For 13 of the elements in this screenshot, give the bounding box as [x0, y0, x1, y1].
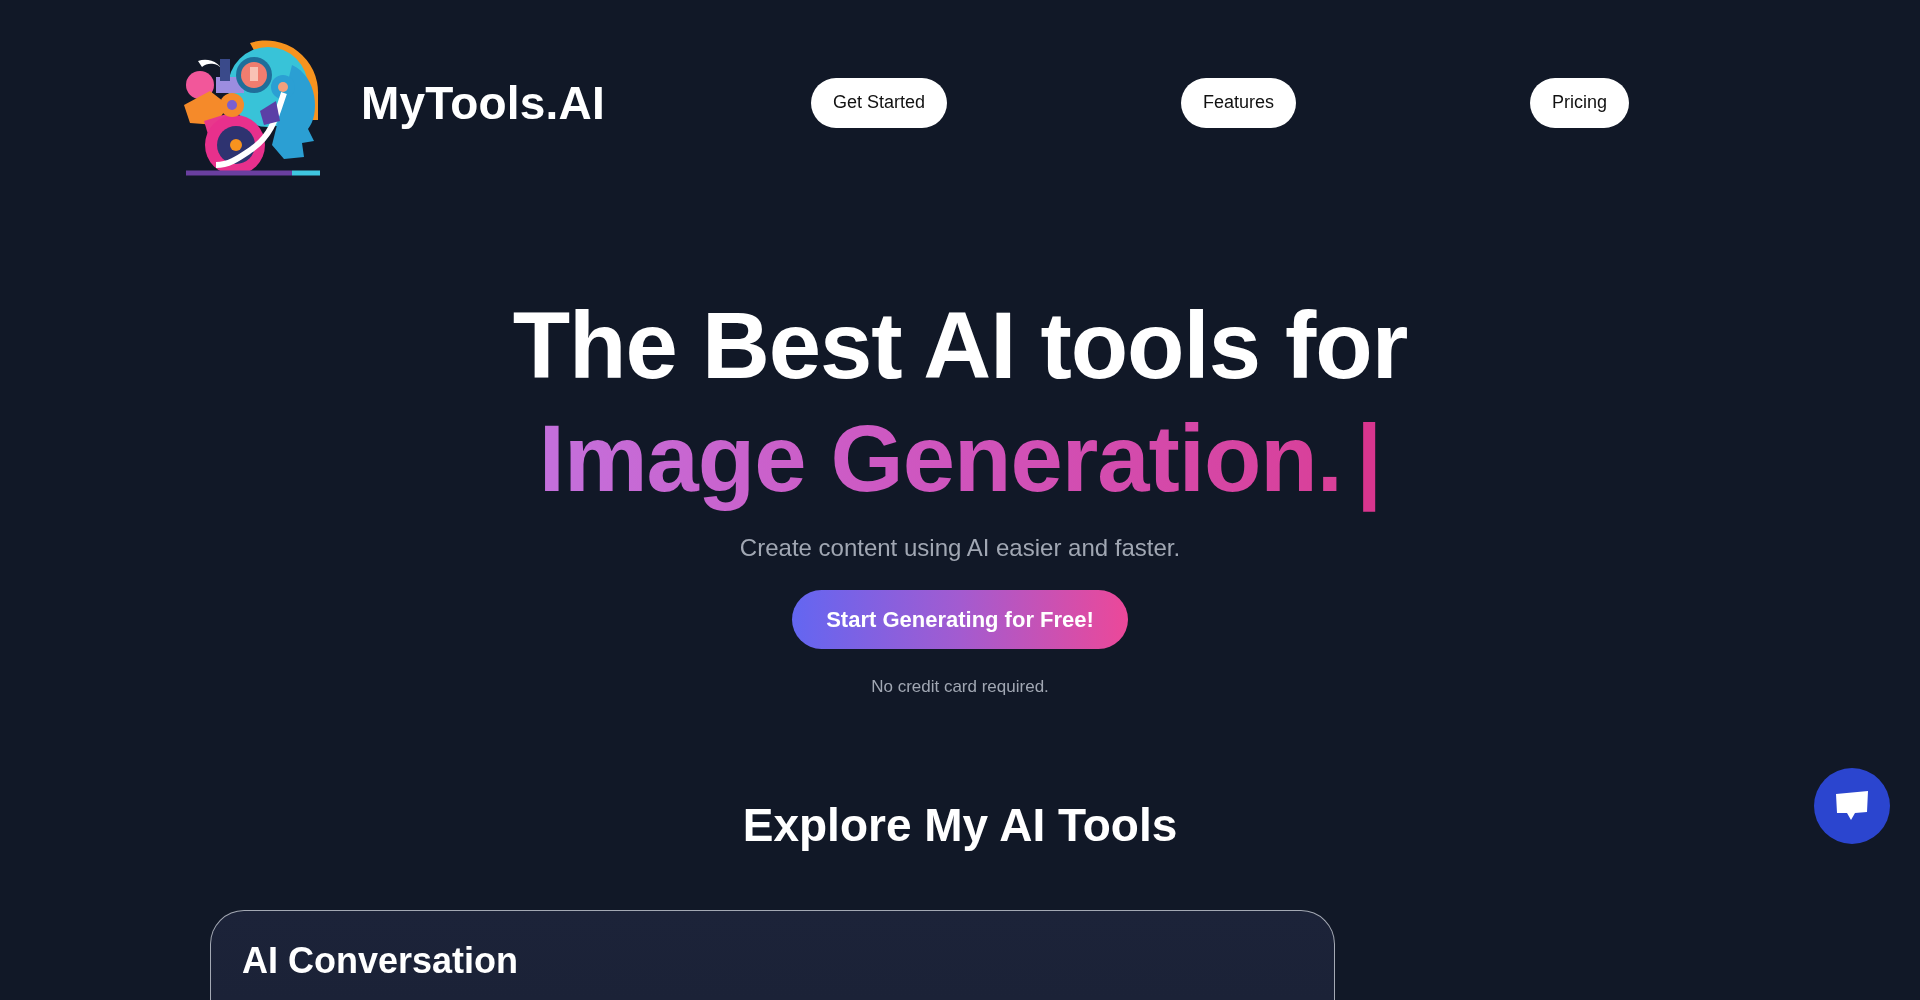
nav-button[interactable]: Features — [1181, 77, 1297, 128]
typing-cursor: | — [1355, 405, 1382, 514]
tool-card[interactable]: AI Conversation — [210, 910, 1335, 1000]
nav-button[interactable]: Pricing — [1529, 77, 1629, 128]
headline: The Best AI tools for — [512, 292, 1408, 400]
hero-note: No credit card required. — [871, 676, 1049, 698]
section-title: Explore My AI Tools — [742, 798, 1178, 853]
cta-button[interactable]: Start Generating for Free! — [792, 590, 1128, 649]
brand-name: MyTools.AI — [361, 75, 605, 130]
tool-card-title: AI Conversation — [242, 939, 519, 983]
speech-bubble-icon — [1835, 791, 1869, 821]
hero-subtitle: Create content using AI easier and faster. — [739, 533, 1181, 563]
nav-button[interactable]: Get Started — [811, 77, 948, 128]
